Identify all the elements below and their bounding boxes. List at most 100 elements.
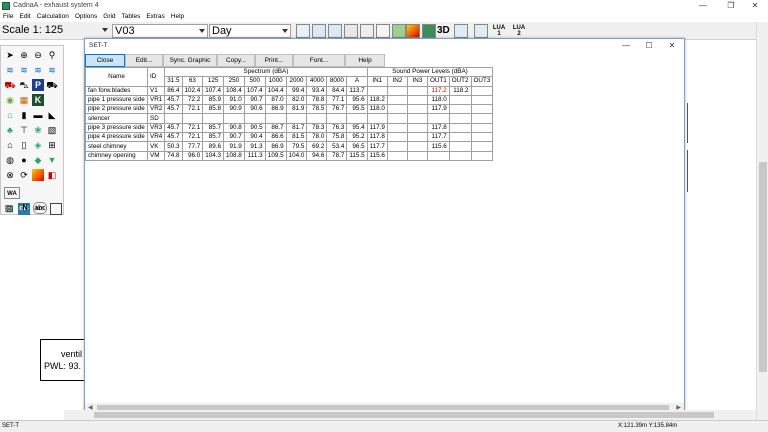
barrier-icon[interactable]: ▬ bbox=[32, 109, 44, 121]
cell-value[interactable] bbox=[470, 113, 494, 124]
cell-value[interactable]: 85.9 bbox=[202, 94, 225, 106]
cell-value[interactable] bbox=[406, 150, 428, 161]
cell-value[interactable] bbox=[448, 141, 472, 152]
cell-value[interactable] bbox=[426, 150, 450, 161]
cell-value[interactable] bbox=[181, 113, 204, 124]
save-icon[interactable] bbox=[312, 24, 326, 38]
lua-2-button[interactable]: LUA 2 bbox=[512, 25, 526, 38]
cell-value[interactable] bbox=[470, 150, 494, 161]
cell-value[interactable]: 108.8 bbox=[223, 150, 245, 161]
cell-value[interactable]: 72.2 bbox=[181, 94, 204, 106]
cell-value[interactable]: 78.8 bbox=[306, 94, 328, 106]
cell-value[interactable]: 113.7 bbox=[346, 85, 368, 96]
pointer-icon[interactable]: ➤ bbox=[4, 49, 16, 61]
cell-value[interactable]: 91.9 bbox=[223, 141, 245, 152]
vertical-area-source-icon[interactable]: ≋ bbox=[46, 64, 58, 76]
cell-value[interactable]: 94.6 bbox=[306, 150, 328, 161]
table-row[interactable]: pipe 3 pressure side VR3 45.7 72.1 85.7 90.8 9… bbox=[85, 122, 494, 134]
parking-lot-icon[interactable]: P bbox=[32, 79, 44, 91]
cell-value[interactable]: 69.2 bbox=[306, 141, 328, 152]
cell-value[interactable] bbox=[223, 113, 245, 124]
cell-value[interactable]: 95.5 bbox=[346, 104, 368, 115]
cell-value[interactable]: 72.1 bbox=[181, 122, 204, 134]
variant-combo[interactable]: V03 bbox=[112, 24, 208, 38]
cell-value[interactable] bbox=[470, 94, 494, 106]
cell-value[interactable]: 104.0 bbox=[285, 150, 308, 161]
area-source-icon[interactable]: ≋ bbox=[32, 64, 44, 76]
cell-value[interactable]: 45.7 bbox=[164, 132, 183, 143]
cell-value[interactable] bbox=[306, 113, 328, 124]
cell-value[interactable]: 78.3 bbox=[306, 122, 328, 134]
cell-value[interactable]: 79.5 bbox=[285, 141, 308, 152]
menu-file[interactable]: File bbox=[0, 12, 16, 22]
menu-grid[interactable]: Grid bbox=[100, 12, 118, 22]
close-button[interactable]: Close bbox=[85, 54, 125, 67]
cell-value[interactable]: 95.2 bbox=[346, 132, 368, 143]
cell-value[interactable] bbox=[406, 113, 428, 124]
cell-value[interactable]: 91.0 bbox=[223, 94, 245, 106]
cell-value[interactable]: 115.6 bbox=[426, 141, 450, 152]
cell-value[interactable]: 45.7 bbox=[164, 104, 183, 115]
cell-value[interactable]: 90.7 bbox=[243, 94, 266, 106]
export-icon[interactable] bbox=[344, 24, 358, 38]
font-button[interactable]: Font... bbox=[293, 54, 345, 67]
cell-value[interactable]: 86.9 bbox=[264, 141, 287, 152]
cell-name[interactable]: steel chimney bbox=[85, 141, 148, 152]
building-icon[interactable] bbox=[422, 24, 436, 38]
line-source-icon[interactable]: ≋ bbox=[18, 64, 30, 76]
cell-value[interactable]: 87.0 bbox=[264, 94, 287, 106]
cell-value[interactable]: 90.5 bbox=[243, 122, 266, 134]
column-header[interactable]: IN2 bbox=[386, 76, 408, 87]
cell-value[interactable]: 104.3 bbox=[202, 150, 225, 161]
cell-value[interactable] bbox=[406, 122, 428, 134]
tank-icon[interactable]: ▯ bbox=[18, 139, 30, 151]
search-icon[interactable]: ⚲ bbox=[46, 49, 58, 61]
cell-value[interactable]: 117.8 bbox=[366, 132, 388, 143]
pin-icon[interactable] bbox=[474, 24, 488, 38]
cell-value[interactable] bbox=[448, 94, 472, 106]
wa-button[interactable]: WA bbox=[4, 187, 20, 199]
text-icon[interactable]: ◧ bbox=[46, 169, 58, 181]
cell-value[interactable]: 90.8 bbox=[223, 122, 245, 134]
cell-value[interactable]: 107.4 bbox=[243, 85, 266, 96]
cell-value[interactable]: 117.7 bbox=[426, 132, 450, 143]
cell-value[interactable] bbox=[448, 132, 472, 143]
cell-value[interactable]: 89.6 bbox=[202, 141, 225, 152]
table-row[interactable]: fan forw.blades V1 86.4 102.4 107.4 108.4 107.… bbox=[85, 85, 494, 96]
copy-button[interactable]: Copy... bbox=[217, 54, 255, 67]
sphere-icon[interactable]: ● bbox=[18, 154, 30, 166]
cell-name[interactable]: pipe 4 pressure side bbox=[85, 132, 148, 143]
cell-id[interactable]: VR3 bbox=[146, 122, 166, 134]
sync-graphic-button[interactable]: Sync. Graphic bbox=[163, 54, 217, 67]
cell-name[interactable]: pipe 1 pressure side bbox=[85, 94, 148, 106]
cell-value[interactable] bbox=[470, 132, 494, 143]
cell-value[interactable]: 90.6 bbox=[243, 104, 266, 115]
cell-id[interactable]: SD bbox=[146, 113, 166, 124]
cell-value[interactable]: 118.2 bbox=[366, 94, 388, 106]
tree-icon[interactable]: ❀ bbox=[32, 124, 44, 136]
period-combo[interactable]: Day bbox=[209, 24, 291, 38]
cell-value[interactable] bbox=[386, 132, 408, 143]
cell-value[interactable]: 107.4 bbox=[202, 85, 225, 96]
cell-name[interactable]: pipe 3 pressure side bbox=[85, 122, 148, 134]
close-icon[interactable]: ✕ bbox=[742, 0, 768, 12]
column-header[interactable]: 1000 bbox=[264, 76, 287, 87]
cell-value[interactable]: 74.8 bbox=[164, 150, 183, 161]
dialog-close-icon[interactable]: ✕ bbox=[661, 39, 683, 52]
column-header[interactable]: OUT1 bbox=[426, 76, 450, 87]
lua-1-button[interactable]: LUA 1 bbox=[492, 25, 506, 38]
cell-value[interactable]: 45.7 bbox=[164, 122, 183, 134]
cell-name[interactable]: chimney opening bbox=[85, 150, 148, 161]
cell-value[interactable]: 81.5 bbox=[285, 132, 308, 143]
grid-icon[interactable]: ▧ bbox=[46, 124, 58, 136]
cell-value[interactable]: 75.8 bbox=[326, 132, 348, 143]
building-object-icon[interactable]: ⌂ bbox=[4, 139, 16, 151]
column-header[interactable]: 2000 bbox=[285, 76, 308, 87]
new-file-icon[interactable] bbox=[296, 24, 310, 38]
cell-value[interactable]: 95.6 bbox=[346, 94, 368, 106]
zoom-in-icon[interactable]: ⊕ bbox=[18, 49, 30, 61]
horizontal-scrollbar[interactable] bbox=[64, 410, 756, 420]
print-icon[interactable] bbox=[360, 24, 374, 38]
page-icon[interactable] bbox=[376, 24, 390, 38]
column-header[interactable]: IN1 bbox=[366, 76, 388, 87]
